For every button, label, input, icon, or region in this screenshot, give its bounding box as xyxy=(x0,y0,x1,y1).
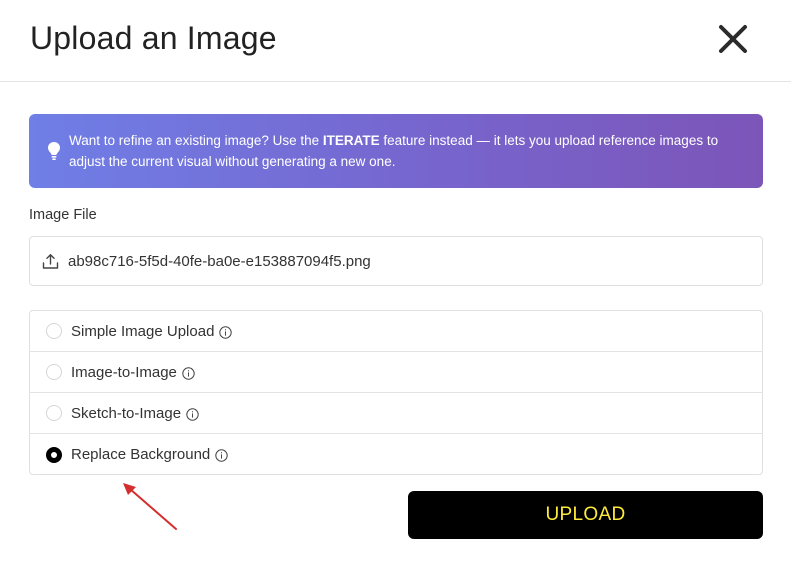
mode-option-image-to-image[interactable]: Image-to-Image xyxy=(30,352,762,393)
mode-option-sketch-to-image[interactable]: Sketch-to-Image xyxy=(30,393,762,434)
dialog-title: Upload an Image xyxy=(30,20,277,56)
info-icon[interactable] xyxy=(215,449,228,462)
radio-button[interactable] xyxy=(46,323,62,339)
mode-option-replace-background[interactable]: Replace Background xyxy=(30,434,762,474)
upload-mode-radio-group: Simple Image Upload Image-to-Image Sketc… xyxy=(29,310,763,475)
mode-option-label: Image-to-Image xyxy=(71,363,177,381)
upload-icon xyxy=(42,252,60,270)
mode-option-label: Simple Image Upload xyxy=(71,322,215,340)
info-icon[interactable] xyxy=(186,407,199,421)
mode-option-simple-image-upload[interactable]: Simple Image Upload xyxy=(30,311,762,352)
close-button[interactable] xyxy=(712,18,754,60)
radio-button[interactable] xyxy=(46,405,62,421)
info-icon[interactable] xyxy=(182,366,195,380)
banner-text: Want to refine an existing image? Use th… xyxy=(69,133,719,169)
radio-button[interactable] xyxy=(46,364,62,380)
upload-button[interactable]: UPLOAD xyxy=(408,491,763,539)
lightbulb-icon xyxy=(45,140,63,162)
iterate-tip-banner: Want to refine an existing image? Use th… xyxy=(29,114,763,188)
close-icon xyxy=(719,25,747,53)
image-file-label: Image File xyxy=(29,207,97,223)
annotation-arrow-icon xyxy=(123,483,177,530)
info-icon[interactable] xyxy=(219,325,233,339)
selected-filename: ab98c716-5f5d-40fe-ba0e-e153887094f5.png xyxy=(68,252,371,270)
dialog-header: Upload an Image xyxy=(0,0,791,82)
radio-button-selected[interactable] xyxy=(46,446,62,463)
iterate-keyword: ITERATE xyxy=(322,133,380,148)
mode-option-label: Sketch-to-Image xyxy=(71,404,182,422)
image-file-input[interactable]: ab98c716-5f5d-40fe-ba0e-e153887094f5.png xyxy=(29,236,763,286)
mode-option-label: Replace Background xyxy=(71,446,211,463)
